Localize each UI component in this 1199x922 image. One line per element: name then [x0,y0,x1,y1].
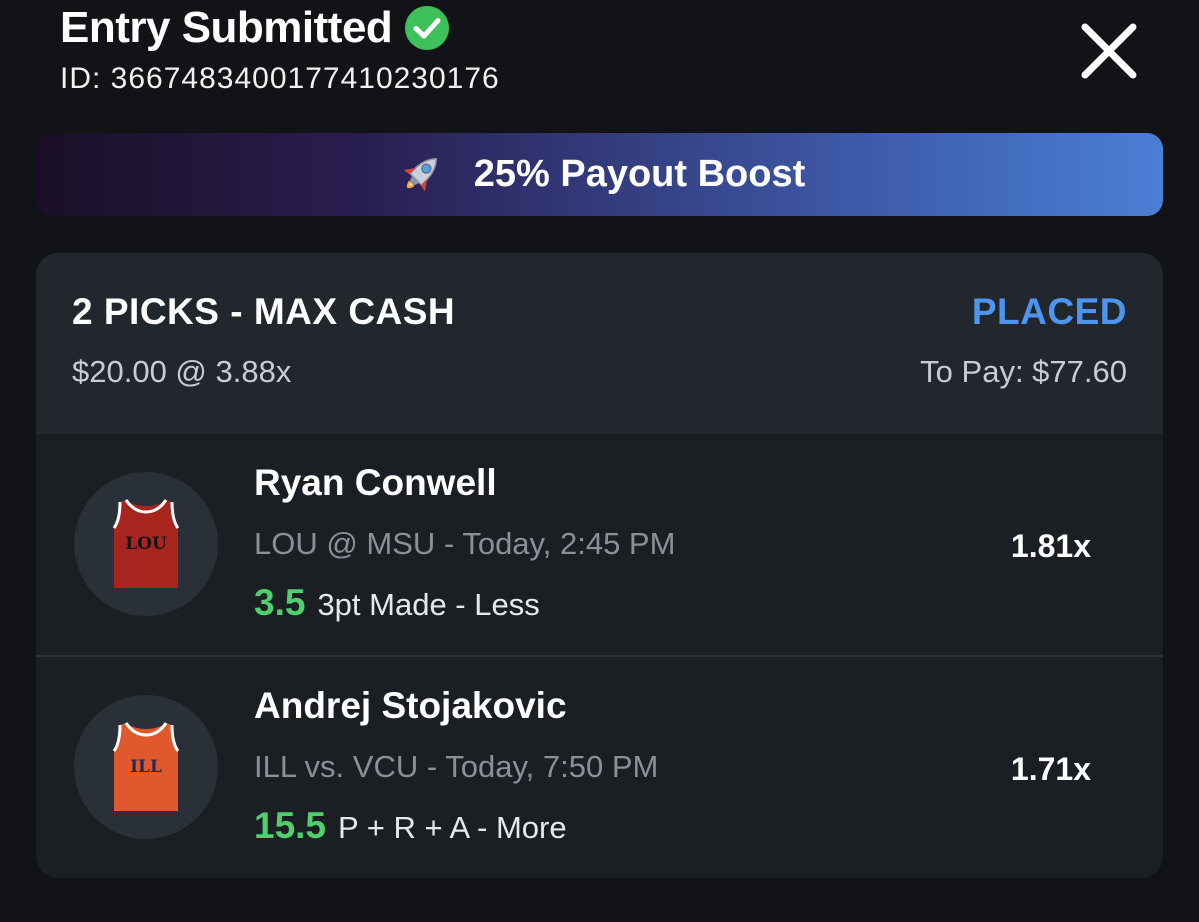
check-circle-icon [404,5,450,51]
game-time: - Today, 2:45 PM [443,526,676,561]
entry-card[interactable]: 2 PICKS - MAX CASH $20.00 @ 3.88x PLACED… [36,253,1163,878]
pick-row[interactable]: LOU Ryan Conwell LOU @ MSU - Today, 2:45… [36,434,1163,655]
jersey-text: LOU [125,534,167,554]
status-badge: PLACED [971,291,1127,332]
stake-multiplier: $20.00 @ 3.88x [72,354,292,389]
game-info: LOU @ MSU - Today, 2:45 PM [254,526,675,562]
prop-value: 15.5 [254,805,327,846]
page-header: Entry Submitted [60,2,450,54]
page-title: Entry Submitted [60,3,393,52]
player-avatar: LOU [74,472,218,616]
player-name: Andrej Stojakovic [254,685,567,726]
matchup: ILL vs. VCU [254,749,419,784]
pick-multiplier: 1.81x [1010,528,1091,564]
prop-line: 15.5 P + R + A - More [254,805,567,847]
player-avatar: ILL [74,695,218,839]
close-icon[interactable] [1080,22,1138,80]
rocket-icon [394,149,446,201]
matchup: LOU @ MSU [254,526,436,561]
pick-multiplier: 1.71x [1010,751,1091,787]
entry-confirmation-screen: Entry Submitted ID: 36674834001774102301… [0,0,1199,922]
boost-label: 25% Payout Boost [473,153,806,195]
jersey-icon: LOU [112,499,180,588]
prop-stat: 3pt Made - Less [317,587,540,622]
game-time: - Today, 7:50 PM [426,749,659,784]
entry-type-title: 2 PICKS - MAX CASH [72,291,456,332]
prop-line: 3.5 3pt Made - Less [254,582,540,624]
entry-summary: 2 PICKS - MAX CASH $20.00 @ 3.88x PLACED… [36,253,1163,434]
prop-value: 3.5 [254,582,306,623]
jersey-icon: ILL [112,722,180,811]
game-info: ILL vs. VCU - Today, 7:50 PM [254,749,658,785]
payout-boost-banner: 25% Payout Boost [36,133,1163,216]
prop-stat: P + R + A - More [338,810,567,845]
entry-id: ID: 3667483400177410230176 [60,62,500,95]
pick-row[interactable]: ILL Andrej Stojakovic ILL vs. VCU - Toda… [36,655,1163,878]
close-button[interactable] [1080,22,1138,80]
jersey-text: ILL [130,757,162,777]
to-pay-amount: To Pay: $77.60 [920,354,1127,389]
player-name: Ryan Conwell [254,462,497,503]
